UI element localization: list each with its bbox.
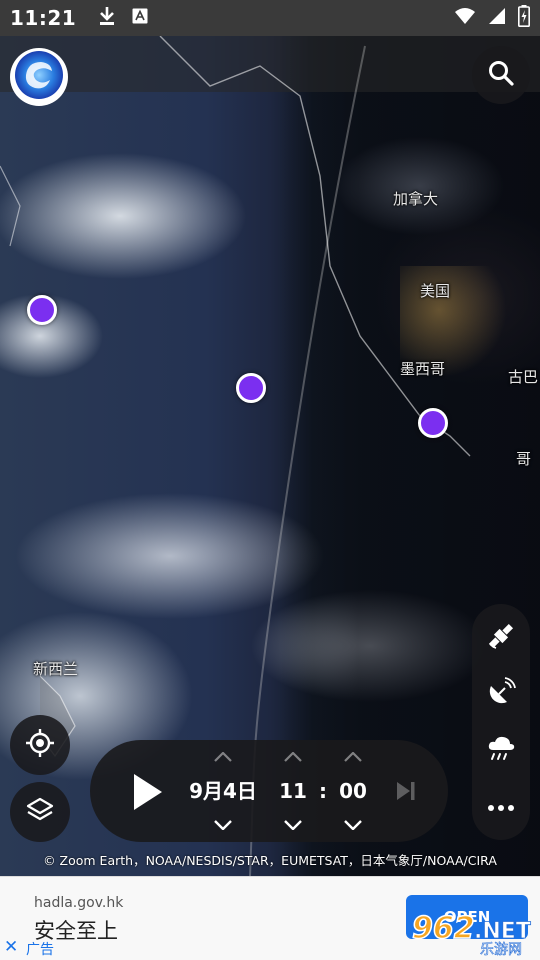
- hour-value: 11: [279, 779, 307, 803]
- search-button[interactable]: [472, 46, 530, 104]
- satellite-layer-button[interactable]: [477, 614, 525, 662]
- app-notification-icon: [132, 8, 148, 28]
- watermark-text: 乐游网: [480, 942, 522, 956]
- status-time: 11:21: [10, 6, 77, 30]
- coastline-asia: [0, 165, 21, 247]
- hour-up-button[interactable]: [280, 748, 306, 766]
- map-label-partial: 哥: [516, 450, 532, 468]
- skip-forward-icon: [394, 782, 418, 808]
- satellite-icon: [485, 620, 517, 656]
- wifi-icon: [454, 7, 476, 29]
- layers-button[interactable]: [10, 782, 70, 842]
- storm-marker[interactable]: [236, 373, 266, 403]
- battery-charging-icon: [518, 5, 530, 31]
- search-icon: [487, 59, 515, 91]
- time-separator: :: [319, 779, 327, 803]
- more-button[interactable]: [477, 782, 525, 830]
- minute-down-button[interactable]: [340, 816, 366, 834]
- skip-to-now-button[interactable]: [394, 778, 418, 804]
- crosshair-locate-icon: [25, 728, 55, 762]
- map-label-mexico: 墨西哥: [400, 360, 446, 378]
- more-icon: [487, 797, 515, 816]
- map-label-canada: 加拿大: [393, 190, 439, 208]
- watermark-logo: 962 .NET 乐游网: [410, 908, 538, 958]
- watermark-number: 962: [412, 911, 475, 946]
- minute-value: 00: [339, 779, 367, 803]
- radar-layer-button[interactable]: [477, 670, 525, 718]
- storm-marker[interactable]: [418, 408, 448, 438]
- play-button[interactable]: [128, 770, 168, 814]
- date-down-button[interactable]: [210, 816, 236, 834]
- download-icon: [98, 6, 116, 30]
- rain-cloud-icon: [485, 732, 517, 768]
- storm-marker[interactable]: [27, 295, 57, 325]
- zoom-earth-logo-icon: [14, 50, 64, 104]
- ad-domain: hadla.gov.hk: [34, 895, 124, 911]
- minute-up-button[interactable]: [340, 748, 366, 766]
- map-label-usa: 美国: [420, 282, 451, 300]
- status-bar: 11:21: [0, 0, 540, 36]
- ad-tag: 广告: [26, 942, 54, 958]
- play-icon: [128, 774, 168, 818]
- date-value: 9月4日: [189, 779, 257, 803]
- date-up-button[interactable]: [210, 748, 236, 766]
- coastline: [159, 36, 471, 457]
- radar-icon: [485, 676, 517, 712]
- layers-icon: [25, 795, 55, 829]
- hour-picker: 11: [276, 748, 310, 834]
- map-attribution: © Zoom Earth，NOAA/NESDIS/STAR，EUMETSAT，日…: [43, 853, 497, 868]
- minute-picker: 00: [336, 748, 370, 834]
- timeline-bar: 9月4日 11 : 00: [90, 740, 448, 842]
- date-picker: 9月4日: [188, 748, 258, 834]
- hour-down-button[interactable]: [280, 816, 306, 834]
- locate-button[interactable]: [10, 715, 70, 775]
- zoom-earth-logo-button[interactable]: [10, 48, 68, 106]
- map-label-new-zealand: 新西兰: [33, 660, 79, 678]
- watermark-suffix: .NET: [474, 919, 531, 944]
- ad-close-button[interactable]: ✕: [4, 937, 18, 957]
- map-label-cuba: 古巴: [508, 368, 539, 386]
- rain-layer-button[interactable]: [477, 726, 525, 774]
- signal-icon: [488, 7, 506, 29]
- layer-side-panel: [472, 604, 530, 840]
